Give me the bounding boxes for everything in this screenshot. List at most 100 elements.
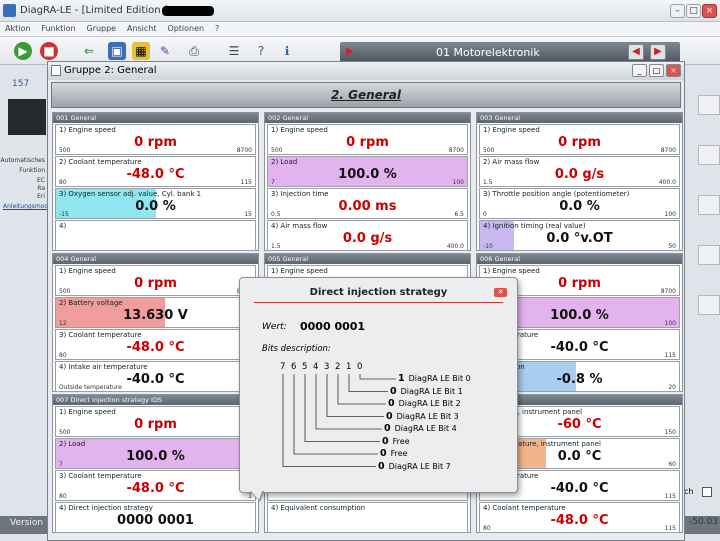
measurement-cell[interactable]: 4) Direct injection strategy 0000 0001 — [55, 502, 256, 533]
measurement-cell[interactable]: 3) Coolant temperature 80 1 -48.0 °C — [55, 470, 256, 501]
list-icon[interactable]: ☰ — [225, 42, 243, 60]
menu-ansicht[interactable]: Ansicht — [127, 24, 157, 33]
right-button[interactable] — [698, 95, 720, 115]
group-title: 002 General — [265, 113, 470, 123]
measurement-cell[interactable]: 4) Equivalent consumption — [267, 502, 468, 533]
cell-value: 0.0 % — [559, 199, 600, 214]
inner-minimize-button[interactable]: _ — [632, 64, 647, 77]
bit-row: 0 DiagRA LE Bit 1 — [390, 386, 463, 397]
measurement-cell[interactable]: 4) — [55, 220, 256, 251]
bit-connector — [337, 374, 386, 405]
info-icon[interactable]: ℹ — [278, 42, 296, 60]
cell-label: 1) Engine speed — [271, 267, 328, 275]
bit-value: 0 — [378, 460, 385, 472]
cell-value: 0.00 ms — [338, 199, 397, 214]
stop-icon[interactable]: ■ — [40, 42, 58, 60]
measurement-cell[interactable]: 4) Intake air temperature Outside tempera… — [55, 361, 256, 392]
measurement-cell[interactable]: 1) Engine speed50087000 rpm — [267, 124, 468, 155]
module-next-button[interactable]: ▶ — [650, 44, 666, 60]
version-tail: -50.03 — [688, 517, 718, 527]
cell-label: 2) Battery voltage — [59, 299, 123, 307]
right-button[interactable] — [698, 145, 720, 165]
measurement-cell[interactable]: 3) Throttle position angle (potentiomete… — [479, 188, 680, 219]
bit-value: 1 — [398, 373, 405, 384]
measurement-cell[interactable]: 1) Engine speed50087000 rpm — [55, 124, 256, 155]
inner-maximize-button[interactable]: □ — [649, 64, 664, 77]
measurement-cell[interactable]: 1) Engine speed50087000 rpm — [55, 265, 256, 296]
save-icon[interactable]: ▣ — [108, 42, 126, 60]
measurement-cell[interactable]: 3) Injection time 0.5 6.5 0.00 ms — [267, 188, 468, 219]
module-title: 01 Motorelektronik — [436, 46, 540, 59]
bit-value: 0 — [388, 398, 395, 409]
cell-label: 4) Air mass flow — [271, 222, 328, 230]
version-label: Version — [10, 518, 44, 528]
right-button[interactable] — [698, 295, 720, 315]
bit-value: 0 — [386, 410, 393, 422]
bit-connector — [359, 374, 396, 380]
measurement-cell[interactable]: 4) Air mass flow 1.5 400.0 0.0 g/s — [267, 220, 468, 251]
bit-row: 0 Free — [382, 436, 410, 447]
maximize-button[interactable]: □ — [686, 4, 701, 18]
menu-funktion[interactable]: Funktion — [41, 24, 75, 33]
cell-label: 4) Direct injection strategy — [59, 504, 153, 512]
right-button[interactable] — [698, 245, 720, 265]
option-checkbox[interactable] — [702, 487, 712, 497]
menu-bar: Aktion Funktion Gruppe Ansicht Optionen … — [0, 22, 720, 37]
left-panel: 157 Automatisches Funktion EC Ra Eri Anl… — [0, 65, 55, 541]
bit-description: DiagRA LE Bit 2 — [398, 399, 461, 408]
measurement-cell[interactable]: 3) Coolant temperature 80 -48.0 °C — [55, 329, 256, 360]
bit-description: DiagRA LE Bit 4 — [394, 424, 457, 433]
inner-close-button[interactable]: × — [666, 64, 681, 77]
measurement-cell[interactable]: 2) Battery voltage 12 13.630 V — [55, 297, 256, 328]
cell-label: 4) Equivalent consumption — [271, 504, 366, 512]
app-icon — [3, 4, 16, 17]
cell-label: 1) Engine speed — [483, 126, 540, 134]
measurement-group: 003 General 1) Engine speed 500 8700 0 rpm 2)… — [476, 112, 683, 251]
cell-label: 2) Load — [271, 158, 298, 166]
menu-aktion[interactable]: Aktion — [5, 24, 30, 33]
measurement-cell[interactable]: 2) Coolant temperature 80 115 -48.0 °C — [55, 156, 256, 187]
menu-optionen[interactable]: Optionen — [167, 24, 204, 33]
close-button[interactable]: × — [702, 4, 717, 18]
bit-description: DiagRA LE Bit 7 — [388, 461, 451, 471]
cell-value: 0.0 °v.OT — [546, 231, 613, 246]
cell-value: -48.0 °C — [126, 340, 185, 355]
measurement-cell[interactable]: 1) Engine speed50087000 rpm — [479, 124, 680, 155]
menu-gruppe[interactable]: Gruppe — [86, 24, 116, 33]
group-heading: 2. General — [331, 88, 401, 102]
help-icon[interactable]: ? — [252, 42, 270, 60]
cell-value: 0 rpm — [134, 276, 177, 291]
menu-help[interactable]: ? — [215, 24, 219, 33]
measurement-group: 002 General 1) Engine speed 500 8700 0 rpm 2)… — [264, 112, 471, 251]
back-arrow-icon[interactable]: ⇐ — [80, 42, 98, 60]
bit-description: Free — [392, 436, 410, 446]
measurement-cell[interactable]: 4) Ignition timing (real value) -10 50 0.0 … — [479, 220, 680, 251]
group-window-titlebar: Gruppe 2: General _ □ × — [48, 62, 684, 80]
measurement-cell[interactable]: 2) Air mass flow 1.5 400.0 0.0 g/s — [479, 156, 680, 187]
cell-value: 13.630 V — [123, 308, 188, 323]
measurement-cell[interactable]: 2) Load 7 100.0 % — [55, 438, 256, 469]
module-prev-button[interactable]: ◀ — [628, 44, 644, 60]
cell-label: 2) Load — [59, 440, 86, 448]
bit-connector — [326, 374, 384, 417]
measurement-cell[interactable]: 1) Engine speed50080 rpm — [55, 406, 256, 437]
measurement-cell[interactable]: 3) Oxygen sensor adj. value, Cyl. bank 1… — [55, 188, 256, 219]
minimize-button[interactable]: – — [670, 4, 685, 18]
cell-value: -48.0 °C — [550, 513, 609, 528]
grid-icon[interactable]: ▦ — [132, 42, 150, 60]
tools-icon[interactable]: ✎ — [156, 42, 174, 60]
print-icon[interactable]: ⎙ — [185, 42, 203, 60]
cell-label: 1) Engine speed — [59, 126, 116, 134]
measurement-cell[interactable]: 2) Load 7 100 100.0 % — [267, 156, 468, 187]
group-title: 007 Direct injection strategy IDS — [53, 395, 258, 405]
cell-label: 4) — [59, 222, 67, 230]
bit-row: 1 DiagRA LE Bit 0 — [398, 373, 471, 384]
bits-popup: Direct injection strategy ✕ Wert: 0000 0… — [239, 277, 518, 502]
module-bar: ▶ 01 Motorelektronik ◀ ▶ — [340, 42, 680, 62]
cell-label: 4) Coolant temperature — [483, 504, 566, 512]
measurement-cell[interactable]: 4) Coolant temperature 80 115 -48.0 °C — [479, 502, 680, 533]
right-button[interactable] — [698, 195, 720, 215]
bit-value: 0 — [390, 385, 397, 397]
play-icon[interactable]: ▶ — [14, 42, 32, 60]
cell-label: 4) Ignition timing (real value) — [483, 222, 586, 230]
